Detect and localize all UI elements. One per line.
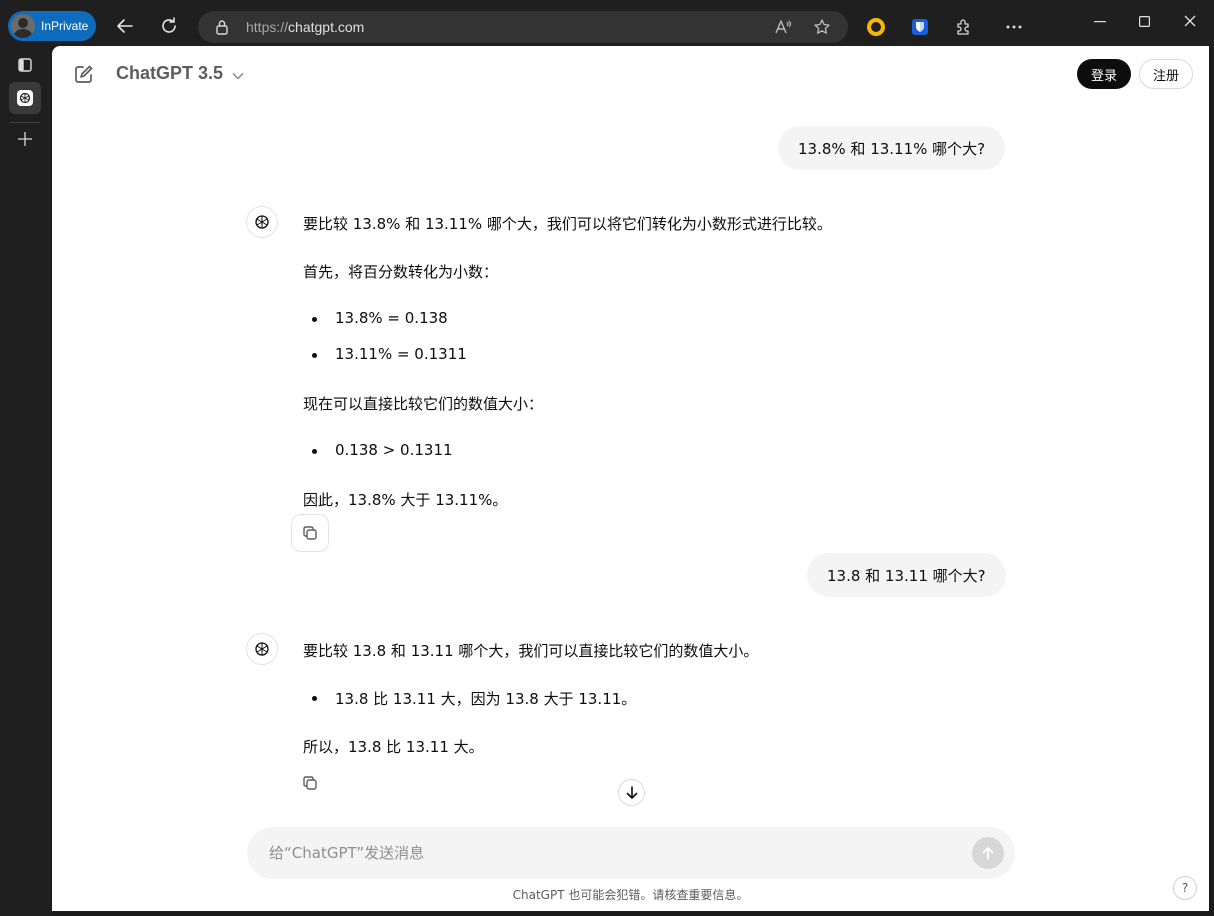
model-label: ChatGPT 3.5 <box>116 63 224 83</box>
list-item: 13.8 比 13.11 大，因为 13.8 大于 13.11。 <box>335 690 637 708</box>
assistant-avatar-icon <box>246 633 278 665</box>
vertical-tab-strip <box>0 46 50 916</box>
copy-icon <box>303 526 317 540</box>
lock-icon[interactable] <box>214 19 230 35</box>
list-item: 0.138 > 0.1311 <box>335 441 453 459</box>
bullet-dot <box>312 353 317 358</box>
address-bar[interactable]: https://chatgpt.com <box>198 11 848 43</box>
model-selector[interactable]: ChatGPT 3.5 <box>116 63 244 85</box>
list-item: 13.8% = 0.138 <box>335 309 448 327</box>
user-message-text: 13.8 和 13.11 哪个大? <box>827 566 986 585</box>
user-message-bubble: 13.8 和 13.11 哪个大? <box>807 553 1006 597</box>
minimize-icon[interactable] <box>1090 12 1110 32</box>
bullet-dot <box>312 317 317 322</box>
tab-separator <box>10 122 40 123</box>
scroll-to-bottom-button[interactable] <box>618 779 645 806</box>
assistant-paragraph: 因此，13.8% 大于 13.11%。 <box>303 491 508 509</box>
list-item: 13.11% = 0.1311 <box>335 345 467 363</box>
assistant-paragraph: 所以，13.8 比 13.11 大。 <box>303 738 484 756</box>
url-text: https://chatgpt.com <box>246 19 365 35</box>
arrow-up-icon <box>982 847 994 860</box>
copy-button[interactable] <box>300 773 320 793</box>
assistant-paragraph: 要比较 13.8% 和 13.11% 哪个大，我们可以将它们转化为小数形式进行比… <box>303 215 832 233</box>
message-composer <box>247 827 1015 879</box>
assistant-paragraph: 要比较 13.8 和 13.11 哪个大，我们可以直接比较它们的数值大小。 <box>303 642 759 660</box>
assistant-paragraph: 首先，将百分数转化为小数： <box>303 263 499 281</box>
bullet-dot <box>312 449 317 454</box>
login-button[interactable]: 登录 <box>1077 59 1131 89</box>
read-aloud-icon[interactable] <box>773 17 793 37</box>
profile-avatar-icon <box>11 14 35 38</box>
signup-button[interactable]: 注册 <box>1139 59 1193 89</box>
inprivate-label: InPrivate <box>41 19 89 33</box>
chatgpt-page: ChatGPT 3.5 登录 注册 13.8% 和 13.11% 哪个大? 要比… <box>52 46 1209 911</box>
extension-ring-icon[interactable] <box>866 17 886 37</box>
tab-actions-icon[interactable] <box>14 55 36 75</box>
chevron-down-icon <box>232 64 244 85</box>
bullet-dot <box>312 696 317 701</box>
assistant-paragraph: 现在可以直接比较它们的数值大小： <box>303 395 544 413</box>
user-message-bubble: 13.8% 和 13.11% 哪个大? <box>778 126 1006 170</box>
disclaimer-text: ChatGPT 也可能会犯错。请核查重要信息。 <box>512 888 749 902</box>
assistant-avatar-icon <box>246 206 278 238</box>
chatgpt-tab-icon[interactable] <box>9 82 41 114</box>
arrow-down-icon <box>626 785 637 799</box>
maximize-icon[interactable] <box>1134 11 1154 31</box>
close-window-icon[interactable] <box>1180 11 1200 31</box>
inprivate-badge[interactable]: InPrivate <box>8 11 96 41</box>
send-button[interactable] <box>972 837 1004 869</box>
back-icon[interactable] <box>111 12 139 40</box>
user-message-text: 13.8% 和 13.11% 哪个大? <box>798 139 986 158</box>
refresh-icon[interactable] <box>155 12 183 40</box>
new-chat-edit-icon[interactable] <box>72 62 96 86</box>
more-menu-icon[interactable] <box>1004 17 1024 37</box>
copy-icon <box>303 776 317 790</box>
message-input[interactable] <box>267 841 957 865</box>
copy-button[interactable] <box>291 514 329 552</box>
new-tab-plus-icon[interactable] <box>14 128 36 150</box>
help-button[interactable]: ? <box>1173 876 1197 900</box>
bitwarden-shield-icon[interactable] <box>910 17 930 37</box>
browser-toolbar: InPrivate https://chatgpt.com <box>0 0 1214 46</box>
extensions-puzzle-icon[interactable] <box>954 17 974 37</box>
favorite-star-icon[interactable] <box>812 17 832 37</box>
